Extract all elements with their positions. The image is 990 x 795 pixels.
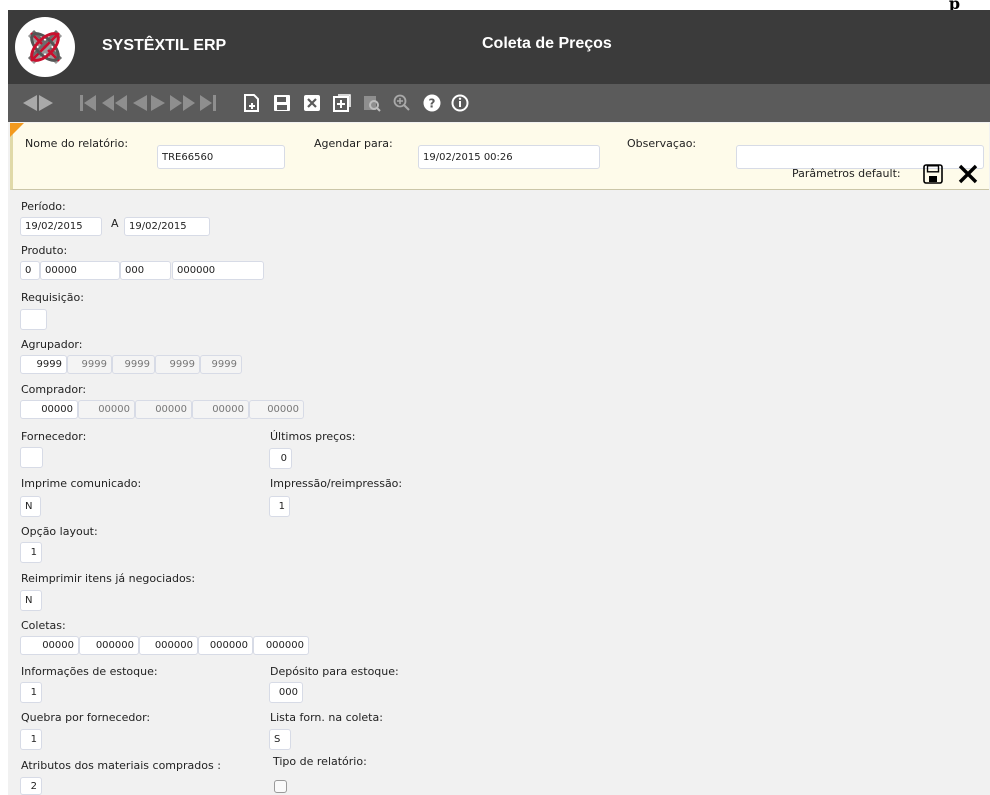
svg-text:?: ?	[429, 97, 436, 111]
atributos-input[interactable]	[20, 777, 42, 795]
requisicao-input[interactable]	[20, 309, 47, 330]
schedule-input[interactable]	[418, 145, 600, 169]
produto-nivel-input[interactable]	[20, 261, 40, 280]
coletas-input-3[interactable]	[139, 636, 198, 655]
quebra-input[interactable]	[20, 729, 42, 750]
lista-forn-input[interactable]	[269, 729, 291, 750]
help-icon[interactable]: ?	[422, 93, 442, 113]
deposito-input[interactable]	[269, 682, 303, 703]
ultimos-precos-label: Últimos preços:	[270, 430, 356, 443]
new-icon[interactable]	[242, 93, 262, 113]
coletas-input-5[interactable]	[253, 636, 309, 655]
produto-grupo-input[interactable]	[40, 261, 120, 280]
systextil-logo	[15, 17, 75, 77]
next-page-icon[interactable]	[170, 93, 196, 113]
page-title: Coleta de Preços	[482, 35, 612, 52]
coletas-input-4[interactable]	[198, 636, 253, 655]
default-params-label: Parâmetros default:	[792, 167, 901, 180]
ultimos-precos-input[interactable]	[269, 448, 292, 469]
fornecedor-input[interactable]	[20, 447, 43, 468]
reimprimir-input[interactable]	[20, 590, 42, 611]
info-estoque-label: Informações de estoque:	[21, 665, 158, 678]
periodo-label: Período:	[21, 200, 66, 213]
next-record-icon[interactable]	[150, 93, 166, 113]
schedule-label: Agendar para:	[314, 137, 393, 150]
observation-label: Observaçao:	[627, 137, 697, 150]
prev-page-icon[interactable]	[102, 93, 128, 113]
comprador-input-4[interactable]	[192, 400, 249, 419]
periodo-from-input[interactable]	[20, 217, 102, 236]
agrupador-input-5[interactable]	[200, 355, 242, 374]
agrupador-label: Agrupador:	[21, 338, 83, 351]
quebra-label: Quebra por fornecedor:	[21, 711, 151, 724]
back-icon[interactable]	[22, 93, 38, 113]
comprador-input-5[interactable]	[249, 400, 304, 419]
comprador-input-3[interactable]	[135, 400, 192, 419]
prev-record-icon[interactable]	[132, 93, 148, 113]
report-name-label: Nome do relatório:	[25, 137, 129, 150]
fornecedor-label: Fornecedor:	[21, 430, 87, 443]
opcao-layout-input[interactable]	[20, 542, 42, 563]
toolbar: ?	[8, 84, 990, 122]
imprime-comunicado-label: Imprime comunicado:	[21, 477, 142, 490]
corner-flag	[10, 123, 24, 137]
zoom-icon[interactable]	[392, 93, 412, 113]
report-params-bar: Nome do relatório: Agendar para: Observa…	[10, 123, 989, 190]
produto-item-input[interactable]	[172, 261, 264, 280]
requisicao-label: Requisição:	[21, 291, 84, 304]
observation-input[interactable]	[736, 145, 984, 169]
tipo-relatorio-checkbox[interactable]	[274, 780, 287, 793]
produto-sub-input[interactable]	[120, 261, 171, 280]
coletas-input-2[interactable]	[79, 636, 139, 655]
coletas-input-1[interactable]	[20, 636, 79, 655]
reimprimir-label: Reimprimir itens já negociados:	[21, 572, 196, 585]
close-icon[interactable]	[957, 163, 979, 188]
forward-icon[interactable]	[38, 93, 54, 113]
first-record-icon[interactable]	[80, 93, 98, 113]
impressao-input[interactable]	[269, 496, 290, 517]
info-icon[interactable]	[450, 93, 470, 113]
add-icon[interactable]	[332, 93, 352, 113]
periodo-sep-label: A	[111, 217, 119, 230]
save-icon[interactable]	[272, 93, 292, 113]
lista-forn-label: Lista forn. na coleta:	[270, 711, 383, 724]
agrupador-input-2[interactable]	[67, 355, 112, 374]
last-record-icon[interactable]	[200, 93, 218, 113]
app-window: SYSTÊXTIL ERP Coleta de Preços ? Nome do…	[8, 10, 990, 795]
agrupador-input-4[interactable]	[155, 355, 200, 374]
imprime-comunicado-input[interactable]	[20, 496, 41, 517]
comprador-label: Comprador:	[21, 383, 87, 396]
header-bar: SYSTÊXTIL ERP Coleta de Preços	[8, 10, 990, 84]
coletas-label: Coletas:	[21, 619, 66, 632]
report-name-input[interactable]	[157, 145, 285, 169]
save-default-icon[interactable]	[923, 164, 943, 187]
comprador-input-2[interactable]	[78, 400, 135, 419]
search-document-icon[interactable]	[362, 93, 382, 113]
produto-label: Produto:	[21, 244, 68, 257]
agrupador-input-3[interactable]	[112, 355, 155, 374]
opcao-layout-label: Opção layout:	[21, 525, 98, 538]
app-title: SYSTÊXTIL ERP	[102, 37, 227, 54]
impressao-label: Impressão/reimpressão:	[270, 477, 403, 490]
deposito-label: Depósito para estoque:	[270, 665, 399, 678]
delete-icon[interactable]	[302, 93, 322, 113]
tipo-relatorio-label: Tipo de relatório:	[273, 755, 367, 768]
info-estoque-input[interactable]	[20, 682, 42, 703]
periodo-to-input[interactable]	[124, 217, 210, 236]
comprador-input-1[interactable]	[20, 400, 78, 419]
atributos-label: Atributos dos materiais comprados :	[21, 759, 221, 772]
agrupador-input-1[interactable]	[20, 355, 67, 374]
